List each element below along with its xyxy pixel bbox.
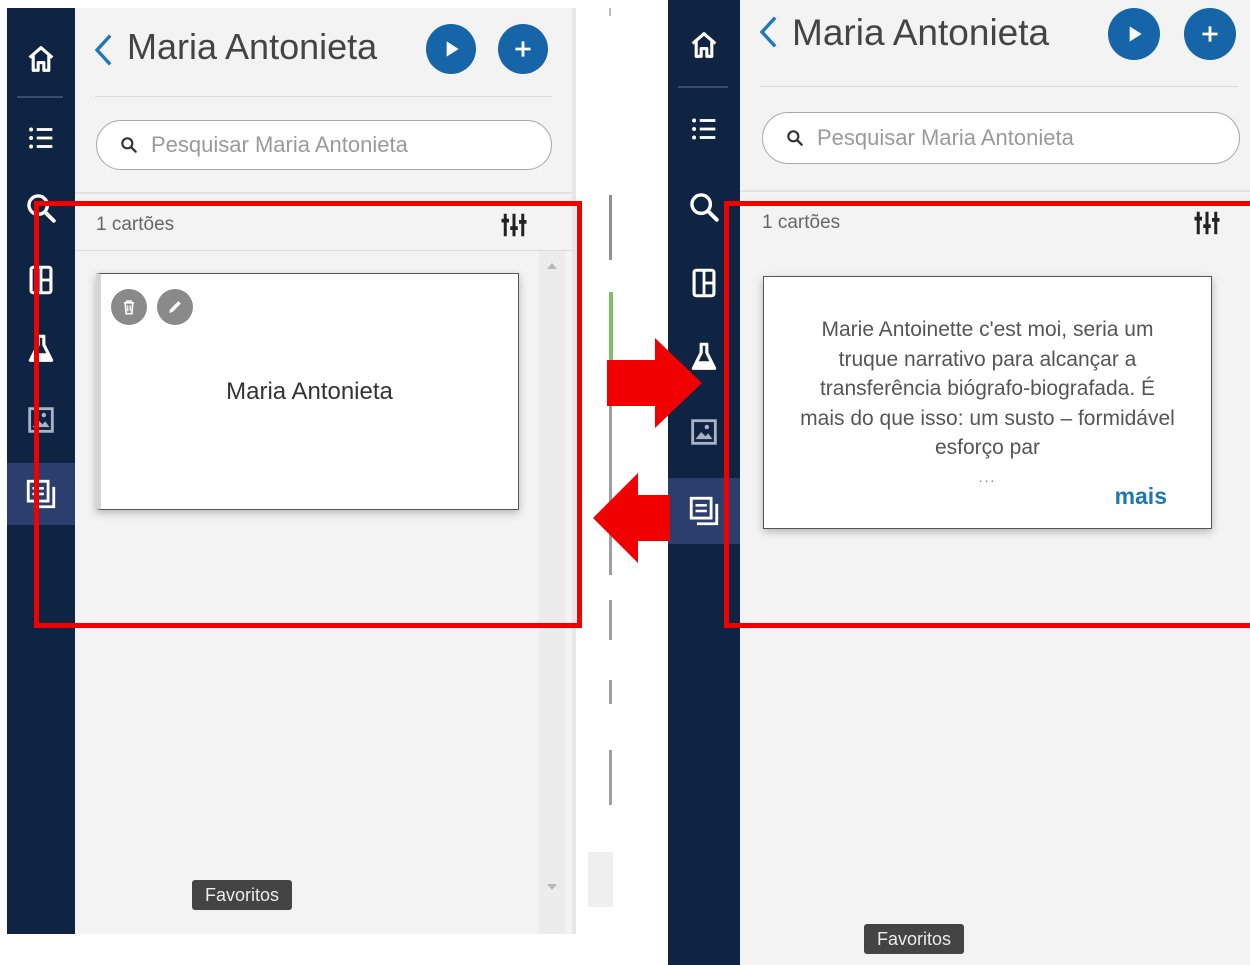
- play-button[interactable]: [1108, 8, 1160, 60]
- scroll-down-icon[interactable]: [547, 884, 557, 890]
- doc-mark: [609, 195, 612, 260]
- play-button[interactable]: [426, 24, 476, 74]
- sidebar-divider: [17, 96, 63, 98]
- doc-mark: [609, 680, 612, 704]
- header-divider: [95, 96, 552, 97]
- page-title: Maria Antonieta: [127, 26, 378, 67]
- back-chevron-icon[interactable]: [89, 32, 117, 68]
- list-divider: [75, 192, 572, 194]
- favorites-button[interactable]: Favoritos: [192, 880, 293, 910]
- highlight-box-left: [34, 201, 582, 628]
- header: Maria Antonieta: [75, 8, 572, 97]
- page-title: Maria Antonieta: [792, 12, 1050, 53]
- play-icon: [446, 41, 459, 57]
- back-chevron-icon[interactable]: [754, 14, 782, 50]
- sidebar-divider: [678, 86, 728, 88]
- list-divider: [740, 190, 1250, 192]
- search-icon: [121, 137, 137, 153]
- highlight-box-right: [724, 201, 1250, 628]
- plus-icon: [1202, 26, 1218, 42]
- doc-mark: [609, 750, 612, 805]
- add-button[interactable]: [1184, 8, 1236, 60]
- arrow-right-icon: [607, 338, 702, 428]
- search-input[interactable]: [151, 131, 531, 159]
- search-input[interactable]: [817, 124, 1219, 152]
- header-divider: [760, 86, 1238, 87]
- search-field[interactable]: [762, 112, 1240, 164]
- play-icon: [1129, 26, 1142, 42]
- list-icon[interactable]: [7, 111, 75, 165]
- home-icon[interactable]: [7, 32, 75, 86]
- home-icon[interactable]: [668, 18, 740, 72]
- arrow-left-icon: [593, 473, 670, 563]
- search-field[interactable]: [96, 120, 552, 170]
- doc-mark: [609, 600, 612, 640]
- favorites-button[interactable]: Favoritos: [864, 924, 965, 954]
- search-icon: [787, 130, 803, 146]
- header: Maria Antonieta: [740, 0, 1250, 88]
- add-button[interactable]: [498, 24, 548, 74]
- background-panel: [588, 852, 613, 907]
- plus-icon: [515, 41, 531, 57]
- doc-mark: [609, 8, 611, 16]
- list-icon[interactable]: [668, 102, 740, 156]
